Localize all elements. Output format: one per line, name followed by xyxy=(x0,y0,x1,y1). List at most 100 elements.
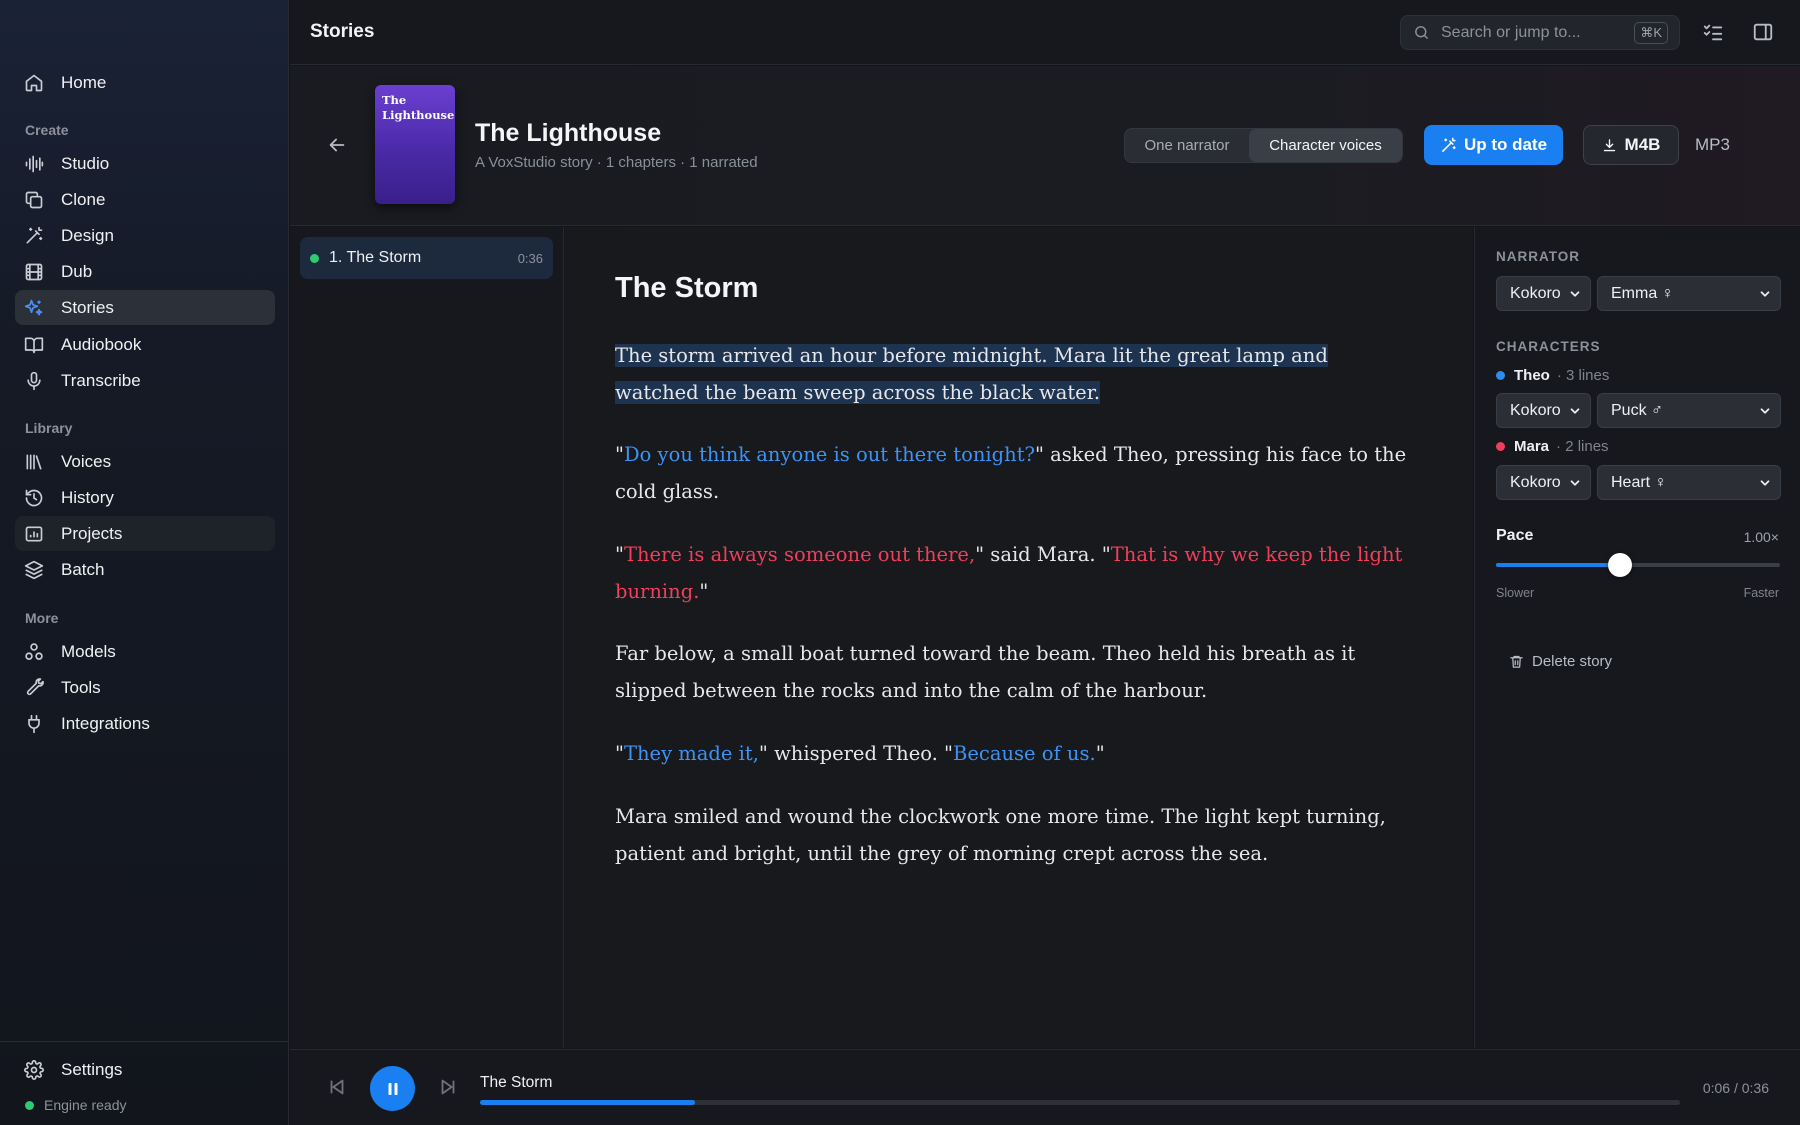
delete-story-button[interactable]: Delete story xyxy=(1509,653,1612,670)
sidebar-item-models[interactable]: Models xyxy=(15,634,275,669)
layers-icon xyxy=(24,560,44,579)
sidebar-item-dub[interactable]: Dub xyxy=(15,254,275,289)
engine-status-label: Engine ready xyxy=(44,1097,127,1113)
export-mp3-button[interactable]: MP3 xyxy=(1695,135,1730,155)
magic-wand-icon xyxy=(1441,137,1456,152)
highlighted-sentence[interactable]: The storm arrived an hour before midnigh… xyxy=(615,344,1328,404)
paragraph-4: Far below, a small boat turned toward th… xyxy=(615,635,1415,709)
search-input[interactable]: Search or jump to... ⌘K xyxy=(1400,15,1680,50)
home-icon xyxy=(25,74,43,91)
top-bar: Stories Search or jump to... ⌘K xyxy=(290,0,1800,65)
sidebar-item-label: Home xyxy=(61,72,107,92)
sidebar-item-home[interactable]: Home xyxy=(15,65,275,100)
theo-engine-select[interactable]: Kokoro xyxy=(1496,393,1591,428)
pause-button[interactable] xyxy=(370,1066,415,1111)
engine-status: Engine ready xyxy=(25,1097,127,1113)
mode-one-narrator[interactable]: One narrator xyxy=(1125,129,1249,162)
theo-voice-select[interactable]: Puck ♂ xyxy=(1597,393,1781,428)
pace-min-label: Slower xyxy=(1496,586,1535,600)
sidebar-item-label: Voices xyxy=(61,451,112,471)
mara-voice-select[interactable]: Heart ♀ xyxy=(1597,465,1781,500)
sidebar-item-label: Tools xyxy=(61,677,101,697)
sidebar-item-batch[interactable]: Batch xyxy=(15,552,275,587)
sidebar-item-label: Dub xyxy=(61,261,93,281)
sidebar-item-design[interactable]: Design xyxy=(15,218,275,253)
sidebar-item-transcribe[interactable]: Transcribe xyxy=(15,363,275,398)
history-icon xyxy=(25,489,43,506)
mode-character-voices[interactable]: Character voices xyxy=(1249,129,1402,162)
back-arrow-icon[interactable] xyxy=(326,134,348,156)
plug-icon xyxy=(28,714,40,733)
story-cover: The Lighthouse xyxy=(375,85,455,204)
character-theo: Theo · 3 lines xyxy=(1496,367,1609,384)
chapter-reader: The Storm The storm arrived an hour befo… xyxy=(565,227,1473,1048)
select-value: Kokoro xyxy=(1510,284,1561,302)
sidebar-item-projects[interactable]: Projects xyxy=(15,516,275,551)
export-m4b-button[interactable]: M4B xyxy=(1583,125,1679,165)
delete-story-label: Delete story xyxy=(1532,653,1613,670)
chapter-name: 1. The Storm xyxy=(329,249,422,266)
select-value: Kokoro xyxy=(1510,401,1561,419)
chevron-down-icon xyxy=(1570,291,1580,297)
book-open-icon xyxy=(24,337,44,353)
sidebar-item-label: Studio xyxy=(61,153,110,173)
quote-mark: " xyxy=(615,543,624,566)
sidebar: Home Create Studio Clone Design Dub Stor… xyxy=(0,0,289,1125)
narrator-voice-select[interactable]: Emma ♀ xyxy=(1597,276,1781,311)
dialogue-theo[interactable]: They made it, xyxy=(624,742,759,765)
chevron-down-icon xyxy=(1760,480,1770,486)
narration-text: " said Mara. " xyxy=(975,543,1111,566)
section-create: Create xyxy=(25,122,69,138)
audio-player: The Storm 0:06 / 0:36 xyxy=(290,1049,1800,1125)
wrench-icon xyxy=(26,677,44,695)
sidebar-item-audiobook[interactable]: Audiobook xyxy=(15,327,275,362)
narration-text: " whispered Theo. " xyxy=(758,742,954,765)
up-to-date-button[interactable]: Up to date xyxy=(1424,125,1563,165)
sidebar-item-tools[interactable]: Tools xyxy=(15,670,275,705)
skip-back-icon[interactable] xyxy=(326,1076,348,1098)
mara-engine-select[interactable]: Kokoro xyxy=(1496,465,1591,500)
sidebar-item-label: Integrations xyxy=(61,713,150,733)
narration-text: Far below, a small boat turned toward th… xyxy=(615,642,1356,702)
copy-icon xyxy=(25,191,43,208)
skip-forward-icon[interactable] xyxy=(437,1076,459,1098)
sidebar-item-clone[interactable]: Clone xyxy=(15,182,275,217)
sidebar-item-integrations[interactable]: Integrations xyxy=(15,706,275,741)
library-icon xyxy=(26,454,42,469)
checklist-icon[interactable] xyxy=(1702,21,1724,43)
download-icon xyxy=(1603,138,1615,151)
sidebar-item-voices[interactable]: Voices xyxy=(15,444,275,479)
voice-settings-panel: NARRATOR Kokoro Emma ♀ CHARACTERS Theo ·… xyxy=(1474,227,1800,1048)
chevron-down-icon xyxy=(1760,291,1770,297)
sidebar-item-history[interactable]: History xyxy=(15,480,275,515)
character-color-dot xyxy=(1496,442,1505,451)
quote-mark: " xyxy=(1095,742,1105,765)
sidebar-item-label: Stories xyxy=(61,297,114,317)
pace-slider[interactable] xyxy=(1496,553,1780,577)
sidebar-item-studio[interactable]: Studio xyxy=(15,146,275,181)
playback-progress-bar[interactable] xyxy=(480,1100,1680,1105)
sidebar-item-label: Design xyxy=(61,225,114,245)
pace-value: 1.00× xyxy=(1743,529,1779,545)
paragraph-6: Mara smiled and wound the clockwork one … xyxy=(615,798,1415,872)
character-color-dot xyxy=(1496,371,1505,380)
pace-slider-fill xyxy=(1496,563,1621,567)
chapter-title: The Storm xyxy=(615,272,759,304)
chapter-item[interactable]: 1. The Storm 0:36 xyxy=(300,237,553,279)
sidebar-item-stories[interactable]: Stories xyxy=(15,290,275,325)
panel-toggle-icon[interactable] xyxy=(1752,21,1774,43)
search-icon xyxy=(1415,26,1428,39)
dialogue-mara[interactable]: There is always someone out there, xyxy=(624,543,975,566)
narrator-engine-select[interactable]: Kokoro xyxy=(1496,276,1591,311)
cover-title: The Lighthouse xyxy=(382,93,455,122)
character-name: Theo xyxy=(1514,367,1550,384)
sidebar-item-label: Projects xyxy=(61,523,123,543)
dialogue-theo[interactable]: Do you think anyone is out there tonight… xyxy=(624,443,1035,466)
pace-slider-thumb[interactable] xyxy=(1608,553,1633,577)
voice-mode-toggle: One narrator Character voices xyxy=(1124,128,1403,163)
chapter-list: 1. The Storm 0:36 xyxy=(290,227,564,1048)
paragraph-3: "There is always someone out there," sai… xyxy=(615,536,1415,610)
sidebar-item-label: Models xyxy=(61,641,116,661)
dialogue-theo[interactable]: Because of us. xyxy=(953,742,1096,765)
narrator-label: NARRATOR xyxy=(1496,249,1580,264)
